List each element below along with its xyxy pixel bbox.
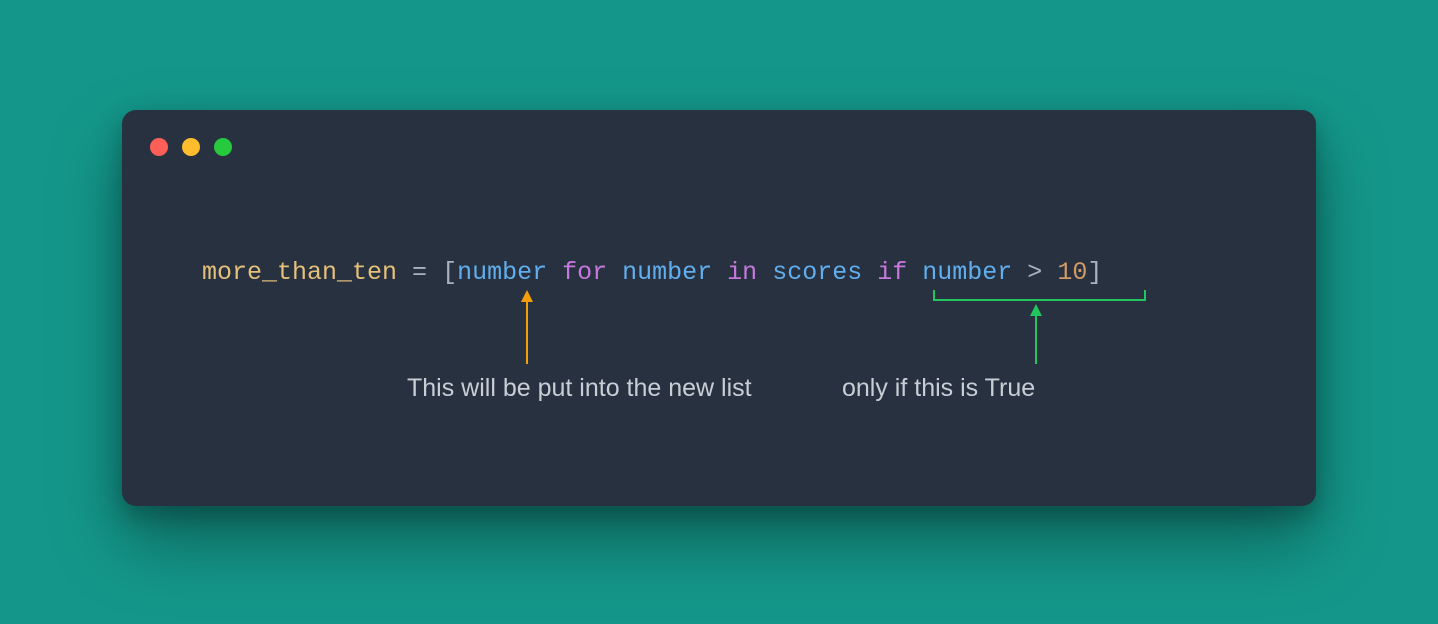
code-output-expr: number — [457, 258, 547, 287]
code-equals: = — [397, 258, 442, 287]
code-keyword-if: if — [877, 258, 907, 287]
bracket-green-icon — [934, 290, 1145, 300]
code-cond-var: number — [922, 258, 1012, 287]
annotation-arrows — [122, 110, 1316, 506]
code-window: more_than_ten = [number for number in sc… — [122, 110, 1316, 506]
code-keyword-for: for — [562, 258, 607, 287]
code-cond-op: > — [1027, 258, 1042, 287]
code-keyword-in: in — [727, 258, 757, 287]
minimize-icon[interactable] — [182, 138, 200, 156]
code-line: more_than_ten = [number for number in sc… — [202, 258, 1102, 288]
code-iterable: scores — [772, 258, 862, 287]
code-open-bracket: [ — [442, 258, 457, 287]
maximize-icon[interactable] — [214, 138, 232, 156]
code-cond-value: 10 — [1057, 258, 1087, 287]
annotation-left: This will be put into the new list — [407, 373, 752, 403]
window-controls — [150, 138, 232, 156]
code-loop-var: number — [622, 258, 712, 287]
code-close-bracket: ] — [1087, 258, 1102, 287]
stage: more_than_ten = [number for number in sc… — [0, 0, 1438, 624]
annotation-right: only if this is True — [842, 373, 1035, 403]
close-icon[interactable] — [150, 138, 168, 156]
code-variable: more_than_ten — [202, 258, 397, 287]
